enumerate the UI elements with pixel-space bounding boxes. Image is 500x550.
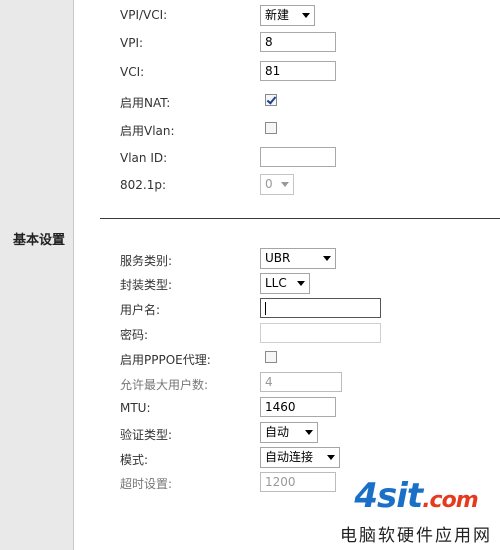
vpivci-select[interactable]: 新建 <box>260 5 315 26</box>
service-type-select-value: UBR <box>265 251 291 265</box>
watermark-logo-text: 4sit <box>354 476 423 516</box>
pppoe-proxy-label: 启用PPPOE代理: <box>120 353 211 367</box>
enable-nat-checkbox[interactable] <box>265 94 277 106</box>
mtu-label: MTU: <box>120 401 151 415</box>
chevron-down-icon <box>305 430 313 435</box>
service-type-label: 服务类别: <box>120 254 173 268</box>
pppoe-proxy-checkbox[interactable] <box>265 351 277 363</box>
auth-type-label: 验证类型: <box>120 428 173 442</box>
chevron-down-icon <box>281 182 289 187</box>
vpi-label: VPI: <box>120 36 144 50</box>
sidebar-title: 基本设置 <box>13 233 66 248</box>
encap-type-label: 封装类型: <box>120 278 173 292</box>
settings-form: VPI/VCI: 新建 VPI: 8 VCI: 81 启用NAT: 启用Vlan… <box>75 0 500 550</box>
chevron-down-icon <box>297 281 305 286</box>
dot1p-select[interactable]: 0 <box>260 174 294 195</box>
enable-nat-label: 启用NAT: <box>120 96 171 110</box>
watermark: 4sit.com 电脑软硬件应用网 <box>340 478 492 546</box>
mtu-input[interactable]: 1460 <box>260 397 336 417</box>
mode-label: 模式: <box>120 453 149 467</box>
vpivci-select-value: 新建 <box>265 8 290 22</box>
max-users-input[interactable]: 4 <box>260 372 342 392</box>
service-type-select[interactable]: UBR <box>260 248 336 269</box>
timeout-input[interactable]: 1200 <box>260 472 336 492</box>
vci-label: VCI: <box>120 65 145 79</box>
auth-type-select-value: 自动 <box>265 425 290 439</box>
auth-type-select[interactable]: 自动 <box>260 422 318 443</box>
watermark-logo-suffix: .com <box>422 488 478 513</box>
timeout-label: 超时设置: <box>120 477 173 491</box>
mode-select-value: 自动连接 <box>265 450 314 464</box>
watermark-text: 电脑软硬件应用网 <box>340 526 492 546</box>
chevron-down-icon <box>323 256 331 261</box>
mode-select[interactable]: 自动连接 <box>260 447 340 468</box>
dot1p-select-value: 0 <box>265 177 273 191</box>
enable-vlan-label: 启用Vlan: <box>120 124 175 138</box>
sidebar: 基本设置 <box>0 0 74 550</box>
vci-input[interactable]: 81 <box>260 61 336 81</box>
max-users-label: 允许最大用户数: <box>120 378 209 392</box>
username-input[interactable] <box>260 298 381 318</box>
encap-type-select-value: LLC <box>265 276 287 290</box>
password-input[interactable] <box>260 323 381 343</box>
vpi-input[interactable]: 8 <box>260 32 336 52</box>
enable-vlan-checkbox[interactable] <box>265 122 277 134</box>
vlan-id-label: Vlan ID: <box>120 151 168 165</box>
dot1p-label: 802.1p: <box>120 178 167 192</box>
password-label: 密码: <box>120 328 149 342</box>
section-divider <box>100 218 500 219</box>
vpivci-label: VPI/VCI: <box>120 8 168 22</box>
chevron-down-icon <box>302 13 310 18</box>
username-label: 用户名: <box>120 303 161 317</box>
watermark-logo: 4sit.com <box>340 478 492 519</box>
encap-type-select[interactable]: LLC <box>260 273 310 294</box>
chevron-down-icon <box>327 455 335 460</box>
vlan-id-input[interactable] <box>260 147 336 167</box>
